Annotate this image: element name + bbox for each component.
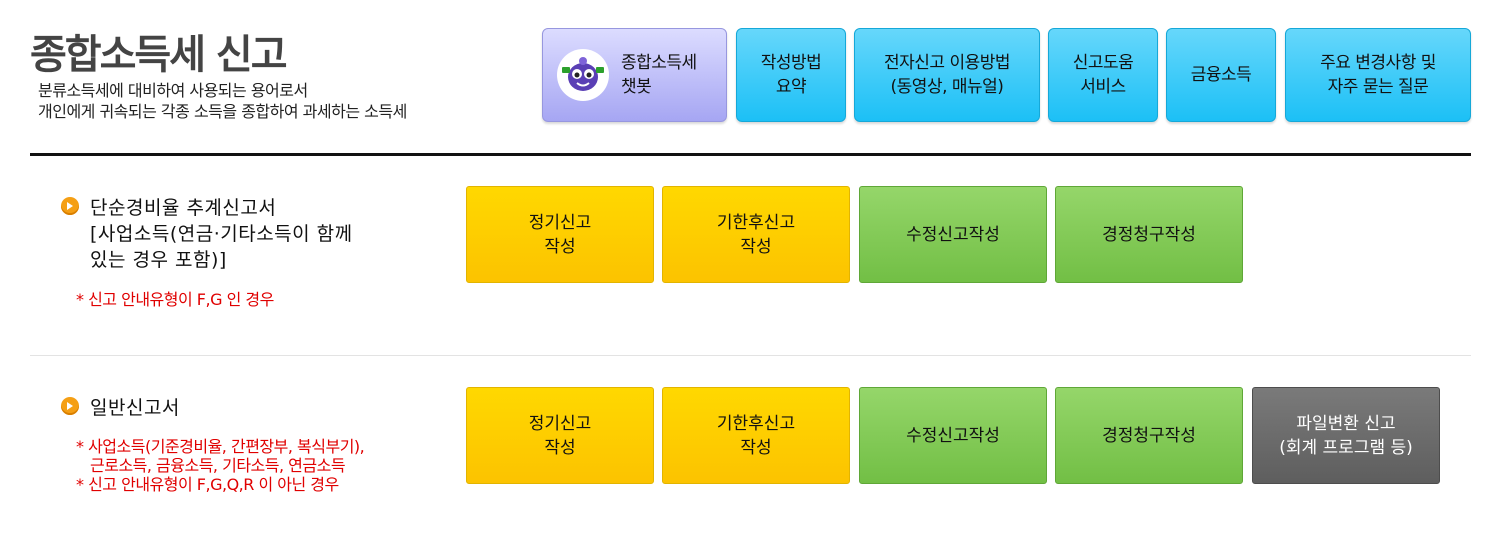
financial-income-label: 금융소득	[1190, 65, 1252, 85]
faq-label-line: 주요 변경사항 및	[1320, 53, 1436, 73]
button-label-line: (회계 프로그램 등)	[1279, 437, 1413, 458]
simple-amended-return-button[interactable]: 수정신고작성	[859, 186, 1047, 283]
section-general-title: 일반신고서	[90, 397, 180, 419]
section-title-line: [사업소득(연금·기타소득이 함께	[90, 223, 353, 245]
button-label-line: 작성	[740, 437, 772, 458]
button-label: 경정청구작성	[1102, 224, 1196, 245]
button-label-line: 파일변환 신고	[1296, 413, 1396, 434]
description-line: 분류소득세에 대비하여 사용되는 용어로서	[38, 81, 308, 100]
faq-label-line: 자주 묻는 질문	[1327, 77, 1429, 97]
button-label-line: 정기신고	[528, 413, 592, 434]
filing-help-service-button[interactable]: 신고도움 서비스	[1048, 28, 1158, 122]
button-label-line: 기한후신고	[716, 212, 796, 233]
chatbot-button-label: 종합소득세 챗봇	[621, 51, 697, 99]
note-line: * 신고 안내유형이 F,G,Q,R 이 아닌 경우	[76, 475, 339, 494]
header-divider	[30, 153, 1471, 156]
efiling-label-line: (동영상, 매뉴얼)	[890, 77, 1004, 97]
chatbot-button[interactable]: 종합소득세 챗봇	[542, 28, 727, 122]
help-label-line: 신고도움	[1072, 53, 1134, 73]
button-label-line: 정기신고	[528, 212, 592, 233]
orange-arrow-bullet-icon	[61, 197, 79, 215]
chatbot-label-line: 종합소득세	[621, 53, 697, 73]
note-line: * 사업소득(기준경비율, 간편장부, 복식부기),	[76, 437, 365, 456]
orange-arrow-bullet-icon	[61, 397, 79, 415]
summary-guide-button[interactable]: 작성방법 요약	[736, 28, 846, 122]
efiling-label-line: 전자신고 이용방법	[883, 53, 1011, 73]
section-title-line: 있는 경우 포함)]	[90, 249, 227, 271]
section-title-line: 단순경비율 추계신고서	[90, 197, 277, 219]
simple-late-filing-button[interactable]: 기한후신고 작성	[662, 186, 850, 283]
section-divider	[30, 355, 1471, 356]
summary-label-line: 작성방법	[760, 53, 822, 73]
financial-income-button[interactable]: 금융소득	[1166, 28, 1276, 122]
general-amended-return-button[interactable]: 수정신고작성	[859, 387, 1047, 484]
page-description: 분류소득세에 대비하여 사용되는 용어로서 개인에게 귀속되는 각종 소득을 종…	[38, 80, 407, 122]
file-conversion-filing-button[interactable]: 파일변환 신고 (회계 프로그램 등)	[1252, 387, 1440, 484]
simple-refund-claim-button[interactable]: 경정청구작성	[1055, 186, 1243, 283]
button-label-line: 작성	[544, 236, 576, 257]
chatbot-mascot-icon	[557, 49, 609, 101]
general-late-filing-button[interactable]: 기한후신고 작성	[662, 387, 850, 484]
page-title: 종합소득세 신고	[30, 32, 288, 78]
summary-label-line: 요약	[775, 77, 807, 97]
button-label: 경정청구작성	[1102, 425, 1196, 446]
simple-regular-filing-button[interactable]: 정기신고 작성	[466, 186, 654, 283]
button-label: 수정신고작성	[906, 425, 1000, 446]
description-line: 개인에게 귀속되는 각종 소득을 종합하여 과세하는 소득세	[38, 102, 407, 121]
faq-button[interactable]: 주요 변경사항 및 자주 묻는 질문	[1285, 28, 1471, 122]
button-label-line: 작성	[740, 236, 772, 257]
button-label: 수정신고작성	[906, 224, 1000, 245]
help-label-line: 서비스	[1080, 77, 1126, 97]
general-regular-filing-button[interactable]: 정기신고 작성	[466, 387, 654, 484]
button-label-line: 기한후신고	[716, 413, 796, 434]
button-label-line: 작성	[544, 437, 576, 458]
efiling-guide-button[interactable]: 전자신고 이용방법 (동영상, 매뉴얼)	[854, 28, 1040, 122]
section-simple-expense-title: 단순경비율 추계신고서 [사업소득(연금·기타소득이 함께 있는 경우 포함)]	[90, 195, 353, 273]
note-line: 근로소득, 금융소득, 기타소득, 연금소득	[90, 456, 346, 475]
section-general-note: * 사업소득(기준경비율, 간편장부, 복식부기), 근로소득, 금융소득, 기…	[76, 437, 365, 494]
section-simple-expense-note: * 신고 안내유형이 F,G 인 경우	[76, 290, 274, 309]
chatbot-label-line: 챗봇	[621, 77, 652, 97]
general-refund-claim-button[interactable]: 경정청구작성	[1055, 387, 1243, 484]
